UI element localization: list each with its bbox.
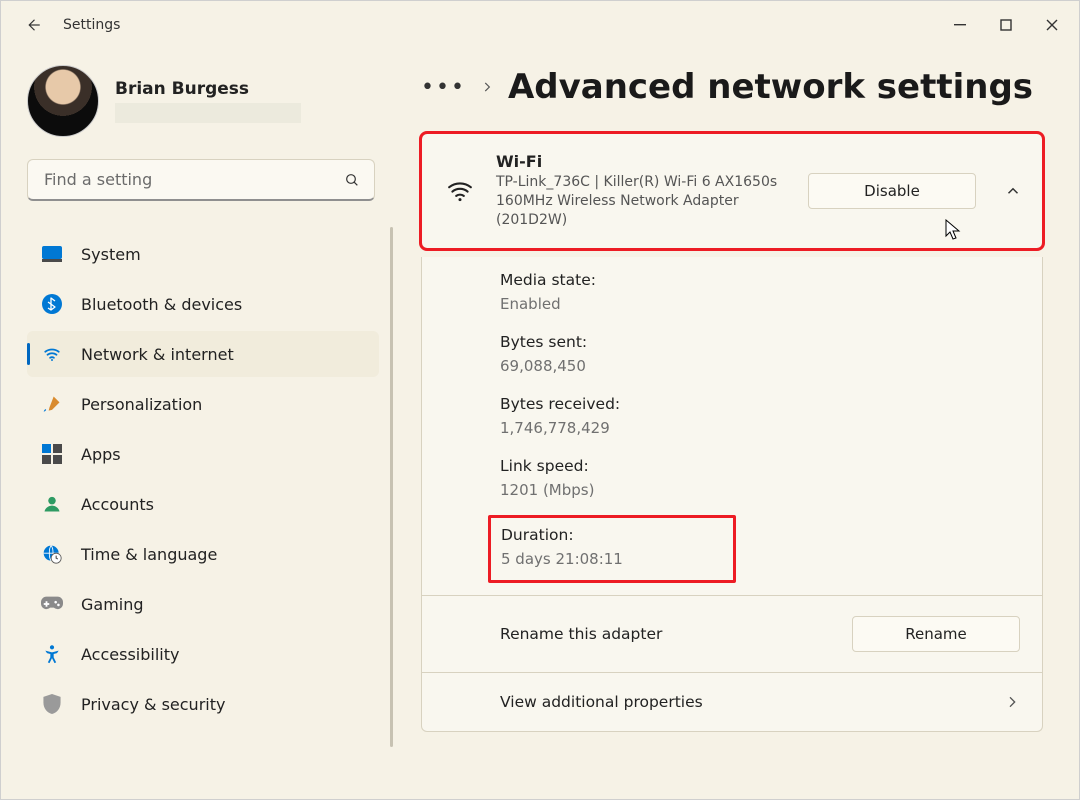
sidebar-item-label: Time & language bbox=[81, 545, 217, 564]
minimize-icon bbox=[954, 19, 966, 31]
user-name: Brian Burgess bbox=[115, 79, 301, 99]
close-icon bbox=[1046, 19, 1058, 31]
additional-properties-row[interactable]: View additional properties bbox=[422, 672, 1042, 731]
sidebar-item-privacy[interactable]: Privacy & security bbox=[27, 681, 379, 727]
kv-bytes-sent: Bytes sent: 69,088,450 bbox=[500, 323, 1022, 385]
gamepad-icon bbox=[41, 593, 63, 615]
collapse-button[interactable] bbox=[1004, 182, 1022, 200]
system-icon bbox=[41, 243, 63, 265]
titlebar: Settings bbox=[1, 1, 1079, 49]
sidebar-item-time[interactable]: Time & language bbox=[27, 531, 379, 577]
search-input[interactable] bbox=[42, 169, 332, 190]
globe-clock-icon bbox=[41, 543, 63, 565]
avatar bbox=[27, 65, 99, 137]
sidebar-item-label: Accounts bbox=[81, 495, 154, 514]
search-box[interactable] bbox=[27, 159, 375, 201]
adapter-name: Wi-Fi bbox=[496, 152, 790, 171]
rename-label: Rename this adapter bbox=[500, 625, 662, 643]
wifi-icon bbox=[442, 178, 478, 204]
adapter-details: Media state: Enabled Bytes sent: 69,088,… bbox=[421, 257, 1043, 732]
brush-icon bbox=[41, 393, 63, 415]
adapter-subtitle: TP-Link_736C | Killer(R) Wi-Fi 6 AX1650s… bbox=[496, 173, 790, 230]
sidebar-item-label: Apps bbox=[81, 445, 121, 464]
sidebar-item-label: Network & internet bbox=[81, 345, 234, 364]
window-close-button[interactable] bbox=[1029, 5, 1075, 45]
back-button[interactable] bbox=[17, 9, 49, 41]
content: ••• Advanced network settings Wi-Fi TP-L… bbox=[401, 49, 1079, 799]
person-icon bbox=[41, 493, 63, 515]
rename-row: Rename this adapter Rename bbox=[422, 595, 1042, 672]
sidebar-item-system[interactable]: System bbox=[27, 231, 379, 277]
sidebar-item-network[interactable]: Network & internet bbox=[27, 331, 379, 377]
breadcrumb: ••• Advanced network settings bbox=[421, 67, 1043, 107]
search-icon bbox=[344, 172, 360, 188]
user-email-redacted bbox=[115, 103, 301, 123]
disable-button[interactable]: Disable bbox=[808, 173, 976, 209]
sidebar-item-label: System bbox=[81, 245, 141, 264]
sidebar-item-label: Accessibility bbox=[81, 645, 179, 664]
sidebar-item-accounts[interactable]: Accounts bbox=[27, 481, 379, 527]
mouse-cursor-icon bbox=[945, 219, 963, 241]
chevron-right-icon bbox=[1004, 694, 1020, 710]
rename-button[interactable]: Rename bbox=[852, 616, 1020, 652]
profile[interactable]: Brian Burgess bbox=[27, 65, 393, 137]
arrow-left-icon bbox=[24, 16, 42, 34]
sidebar-item-gaming[interactable]: Gaming bbox=[27, 581, 379, 627]
sidebar-item-label: Gaming bbox=[81, 595, 144, 614]
window-maximize-button[interactable] bbox=[983, 5, 1029, 45]
shield-icon bbox=[41, 693, 63, 715]
chevron-right-icon bbox=[480, 80, 494, 94]
maximize-icon bbox=[1000, 19, 1012, 31]
chevron-up-icon bbox=[1004, 182, 1022, 200]
kv-media-state: Media state: Enabled bbox=[500, 261, 1022, 323]
app-title: Settings bbox=[63, 17, 120, 33]
kv-bytes-received: Bytes received: 1,746,778,429 bbox=[500, 385, 1022, 447]
page-title: Advanced network settings bbox=[508, 67, 1033, 107]
nav-list: System Bluetooth & devices Network & int… bbox=[27, 227, 393, 799]
kv-duration: Duration: 5 days 21:08:11 bbox=[501, 522, 659, 572]
sidebar-item-accessibility[interactable]: Accessibility bbox=[27, 631, 379, 677]
sidebar-item-label: Privacy & security bbox=[81, 695, 225, 714]
sidebar-item-personalization[interactable]: Personalization bbox=[27, 381, 379, 427]
bluetooth-icon bbox=[41, 293, 63, 315]
sidebar-item-label: Bluetooth & devices bbox=[81, 295, 242, 314]
apps-icon bbox=[41, 443, 63, 465]
breadcrumb-overflow[interactable]: ••• bbox=[421, 75, 466, 100]
additional-properties-label: View additional properties bbox=[500, 693, 703, 711]
settings-window: Settings Brian Burgess bbox=[0, 0, 1080, 800]
kv-link-speed: Link speed: 1201 (Mbps) bbox=[500, 447, 1022, 509]
sidebar: Brian Burgess System Bluetooth & dev bbox=[1, 49, 401, 799]
body: Brian Burgess System Bluetooth & dev bbox=[1, 49, 1079, 799]
highlight-duration: Duration: 5 days 21:08:11 bbox=[488, 515, 736, 583]
window-minimize-button[interactable] bbox=[937, 5, 983, 45]
sidebar-item-bluetooth[interactable]: Bluetooth & devices bbox=[27, 281, 379, 327]
sidebar-item-apps[interactable]: Apps bbox=[27, 431, 379, 477]
accessibility-icon bbox=[41, 643, 63, 665]
sidebar-item-label: Personalization bbox=[81, 395, 202, 414]
wifi-icon bbox=[41, 343, 63, 365]
